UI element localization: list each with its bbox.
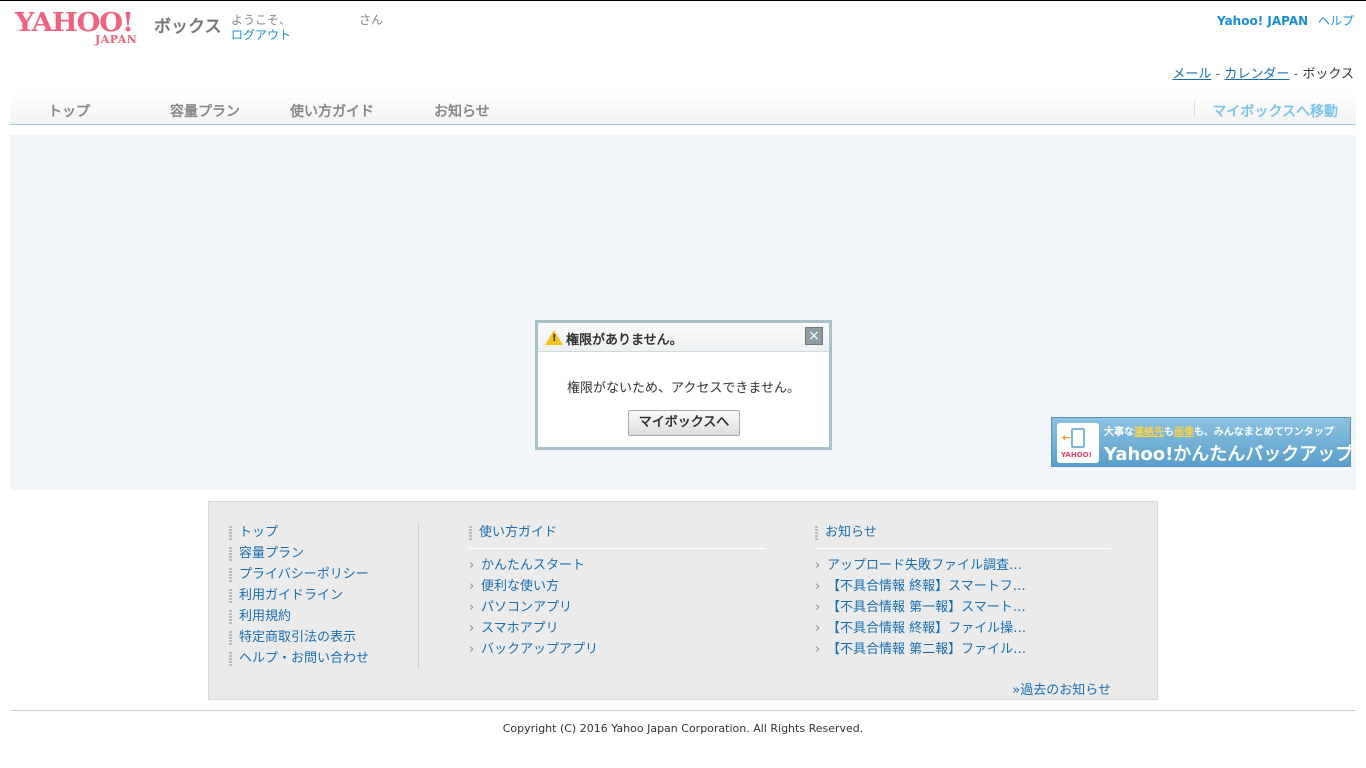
news-link[interactable]: 【不具合情報 第一報】スマート… (815, 597, 1111, 618)
banner-title: Yahoo!かんたんバックアップ (1104, 444, 1354, 465)
guide-link[interactable]: パソコンアプリ (469, 597, 765, 618)
top-border (0, 0, 1366, 1)
arrow-icon: ← (1062, 431, 1072, 444)
past-news-link[interactable]: »過去のお知らせ (1012, 679, 1111, 698)
tagline-part: も、みんなまとめてワンタップ (1194, 427, 1334, 438)
service-name[interactable]: ボックス (154, 12, 222, 37)
footer-link-plan[interactable]: 容量プラン (229, 543, 369, 564)
footer-link-top[interactable]: トップ (229, 522, 369, 543)
close-icon[interactable]: × (805, 327, 823, 345)
news-link[interactable]: 【不具合情報 終報】ファイル操… (815, 618, 1111, 639)
footer-news-column: お知らせ アップロード失敗ファイル調査… 【不具合情報 終報】スマートフ… 【不… (815, 522, 1111, 698)
service-breadcrumb: メール - カレンダー - ボックス (1172, 63, 1354, 82)
nav-plan[interactable]: 容量プラン (170, 101, 240, 121)
footer-link-terms[interactable]: 利用規約 (229, 606, 369, 627)
footer-link-commerce-law[interactable]: 特定商取引法の表示 (229, 627, 369, 648)
footer-link-privacy[interactable]: プライバシーポリシー (229, 564, 369, 585)
dialog-title: 権限がありません。 (566, 333, 683, 348)
nav-guide[interactable]: 使い方ガイド (290, 101, 374, 121)
go-to-mybox-button[interactable]: マイボックスへ (628, 410, 740, 436)
permission-error-dialog: ! 権限がありません。 × 権限がないため、アクセスできません。 マイボックスへ (535, 320, 832, 450)
warning-icon-glyph: ! (552, 333, 557, 344)
go-to-mybox-link[interactable]: マイボックスへ移動 (1212, 101, 1338, 121)
guide-link[interactable]: 便利な使い方 (469, 576, 765, 597)
yahoo-japan-link[interactable]: Yahoo! JAPAN (1217, 14, 1308, 28)
footer-news-title[interactable]: お知らせ (815, 522, 1111, 543)
footer-link-help[interactable]: ヘルプ・お問い合わせ (229, 648, 369, 669)
footer-link-guidelines[interactable]: 利用ガイドライン (229, 585, 369, 606)
dialog-message: 権限がないため、アクセスできません。 (567, 381, 800, 396)
copyright-text: Copyright (C) 2016 Yahoo Japan Corporati… (502, 722, 864, 735)
header-right-links: Yahoo! JAPAN ヘルプ (1217, 12, 1354, 29)
breadcrumb-separator: - (1289, 67, 1303, 82)
footer-rule (10, 710, 1356, 711)
easy-backup-banner[interactable]: ← YAHOO! 大事な連絡先も画像も、みんなまとめてワンタップ Yahoo!か… (1051, 417, 1354, 467)
dialog-header: ! 権限がありません。 × (538, 323, 829, 352)
news-link[interactable]: 【不具合情報 第二報】ファイル… (815, 639, 1111, 660)
nav-divider (1194, 101, 1195, 117)
current-service: ボックス (1302, 67, 1354, 82)
breadcrumb-separator: - (1211, 67, 1225, 82)
logout-link[interactable]: ログアウト (231, 26, 291, 43)
phone-icon: ← YAHOO! (1057, 423, 1099, 463)
footer-guide-title[interactable]: 使い方ガイド (469, 522, 765, 543)
main-nav: トップ 容量プラン 使い方ガイド お知らせ マイボックスへ移動 (10, 93, 1356, 125)
footer-divider (418, 522, 419, 669)
tagline-part: 大事な (1104, 427, 1134, 438)
guide-link[interactable]: バックアップアプリ (469, 639, 765, 660)
logo-sub-text: JAPAN (95, 33, 138, 46)
honorific-text: さん (359, 13, 384, 27)
yahoo-japan-logo[interactable]: YAHOO! JAPAN (15, 9, 151, 47)
footer-guide-column: 使い方ガイド かんたんスタート 便利な使い方 パソコンアプリ スマホアプリ バッ… (469, 522, 765, 660)
section-divider (815, 548, 1111, 549)
nav-news[interactable]: お知らせ (434, 101, 490, 121)
section-divider (469, 548, 765, 549)
nav-top[interactable]: トップ (48, 101, 90, 121)
guide-link[interactable]: スマホアプリ (469, 618, 765, 639)
tagline-part: も (1164, 427, 1174, 438)
guide-link[interactable]: かんたんスタート (469, 555, 765, 576)
banner-logo-text: YAHOO! (1061, 451, 1092, 459)
mail-link[interactable]: メール (1172, 67, 1211, 82)
tagline-highlight: 画像 (1174, 427, 1194, 438)
calendar-link[interactable]: カレンダー (1224, 67, 1289, 82)
help-link[interactable]: ヘルプ (1318, 14, 1354, 28)
news-link[interactable]: アップロード失敗ファイル調査… (815, 555, 1111, 576)
tagline-highlight: 連絡先 (1134, 427, 1164, 438)
warning-icon: ! (545, 330, 563, 345)
phone-shape (1071, 428, 1085, 448)
footer-main-links: トップ 容量プラン プライバシーポリシー 利用ガイドライン 利用規約 特定商取引… (229, 522, 369, 669)
news-link[interactable]: 【不具合情報 終報】スマートフ… (815, 576, 1111, 597)
banner-tagline: 大事な連絡先も画像も、みんなまとめてワンタップ (1104, 423, 1334, 438)
footer-links-box: トップ 容量プラン プライバシーポリシー 利用ガイドライン 利用規約 特定商取引… (208, 501, 1158, 700)
